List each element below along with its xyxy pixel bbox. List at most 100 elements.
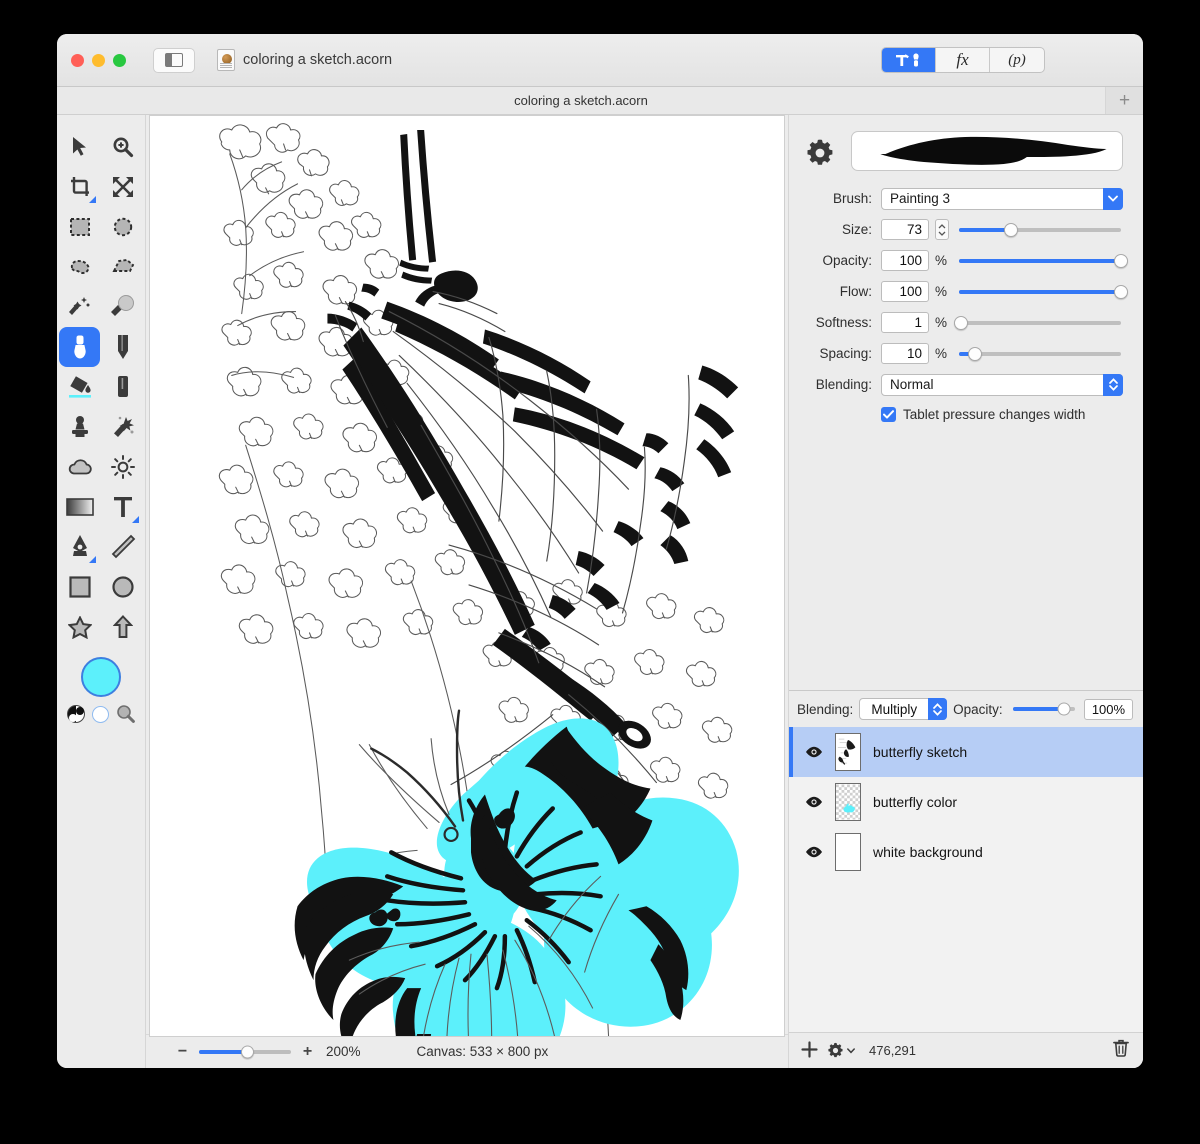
yin-yang-invert-icon[interactable] bbox=[66, 705, 85, 723]
opacity-unit: % bbox=[934, 253, 947, 268]
move-tool[interactable] bbox=[59, 127, 100, 167]
eraser-tool[interactable] bbox=[102, 367, 143, 407]
tablet-pressure-checkbox[interactable] bbox=[881, 407, 896, 422]
close-button[interactable] bbox=[71, 53, 84, 67]
opacity-slider-knob[interactable] bbox=[1114, 253, 1128, 268]
layer-row-butterfly-sketch[interactable]: butterfly sketch bbox=[789, 727, 1143, 777]
arrow-shape-tool[interactable] bbox=[102, 607, 143, 647]
clone-stamp-tool[interactable] bbox=[59, 407, 100, 447]
pen-nib-icon bbox=[72, 535, 87, 556]
tool-options-corner[interactable] bbox=[89, 196, 96, 203]
layer-visibility-toggle[interactable] bbox=[805, 796, 823, 808]
text-tool[interactable] bbox=[102, 487, 143, 527]
ellipse-shape-tool[interactable] bbox=[102, 567, 143, 607]
crop-tool[interactable] bbox=[59, 167, 100, 207]
zoom-slider-knob[interactable] bbox=[241, 1045, 255, 1058]
foreground-color-swatch[interactable] bbox=[81, 657, 121, 697]
size-slider[interactable] bbox=[959, 222, 1121, 237]
dodge-tool[interactable] bbox=[102, 447, 143, 487]
layer-thumbnail-white bbox=[835, 833, 861, 871]
tool-options-corner[interactable] bbox=[132, 516, 139, 523]
layer-visibility-toggle[interactable] bbox=[805, 746, 823, 758]
add-layer-button[interactable] bbox=[801, 1040, 818, 1061]
document-canvas[interactable] bbox=[149, 115, 785, 1037]
magnifier-picker-icon[interactable] bbox=[116, 704, 136, 724]
tab-filters[interactable]: fx bbox=[936, 48, 990, 72]
flow-slider[interactable] bbox=[959, 284, 1128, 299]
softness-slider-knob[interactable] bbox=[953, 315, 968, 330]
sidebar-toggle-button[interactable] bbox=[153, 47, 195, 73]
size-input[interactable]: 73 bbox=[881, 219, 929, 240]
brush-tool[interactable] bbox=[59, 327, 100, 367]
background-color-swatch[interactable] bbox=[91, 705, 109, 723]
layer-opacity-value[interactable]: 100% bbox=[1083, 698, 1134, 720]
spacing-slider-knob[interactable] bbox=[968, 346, 983, 361]
zoom-in-button[interactable]: + bbox=[301, 1043, 314, 1060]
layer-row-white-background[interactable]: white background bbox=[789, 827, 1143, 877]
tool-options-corner[interactable] bbox=[89, 556, 96, 563]
layer-list: butterfly sketch butterfly color white b… bbox=[789, 727, 1143, 1032]
magic-wand-tool[interactable] bbox=[59, 287, 100, 327]
layer-opacity-knob[interactable] bbox=[1057, 702, 1071, 716]
layer-blending-dropdown[interactable]: Multiply bbox=[859, 698, 948, 720]
brush-preset-dropdown[interactable]: Painting 3 bbox=[881, 187, 1123, 210]
chevron-updown-icon[interactable] bbox=[1103, 373, 1123, 396]
opacity-slider[interactable] bbox=[959, 253, 1128, 268]
tab-presets[interactable]: (p) bbox=[990, 48, 1044, 72]
flow-slider-knob[interactable] bbox=[1114, 284, 1128, 299]
opacity-input[interactable]: 100 bbox=[881, 250, 929, 271]
rectangular-selection-tool[interactable] bbox=[59, 207, 100, 247]
elliptical-selection-tool[interactable] bbox=[102, 207, 143, 247]
brush-form: Brush: Painting 3 Size: 73 Opacity: 100 … bbox=[789, 177, 1143, 400]
transform-tool[interactable] bbox=[102, 167, 143, 207]
layer-row-butterfly-color[interactable]: butterfly color bbox=[789, 777, 1143, 827]
spacing-input[interactable]: 10 bbox=[881, 343, 929, 364]
star-shape-tool[interactable] bbox=[59, 607, 100, 647]
document-tab[interactable]: coloring a sketch.acorn bbox=[57, 87, 1105, 114]
eye-icon bbox=[806, 846, 822, 858]
zoom-slider[interactable] bbox=[199, 1045, 291, 1058]
polygon-lasso-tool[interactable] bbox=[102, 247, 143, 287]
tab-tools[interactable] bbox=[882, 48, 936, 72]
blending-mode-dropdown[interactable]: Normal bbox=[881, 373, 1123, 396]
size-stepper[interactable] bbox=[935, 219, 949, 240]
smudge-tool[interactable] bbox=[102, 407, 143, 447]
size-row: Size: 73 bbox=[803, 214, 1123, 245]
zoom-out-button[interactable]: − bbox=[176, 1043, 189, 1060]
brush-settings-button[interactable] bbox=[803, 136, 837, 170]
zoom-button[interactable] bbox=[113, 53, 126, 67]
blur-tool[interactable] bbox=[59, 447, 100, 487]
bezier-pen-tool[interactable] bbox=[59, 527, 100, 567]
star-icon bbox=[67, 615, 92, 639]
chevron-down-icon[interactable] bbox=[1103, 187, 1123, 210]
spacing-slider[interactable] bbox=[959, 346, 1121, 361]
brush-row: Brush: Painting 3 bbox=[803, 183, 1123, 214]
layer-actions-button[interactable] bbox=[827, 1042, 855, 1059]
document-identity[interactable]: coloring a sketch.acorn bbox=[217, 49, 392, 71]
paint-bucket-tool[interactable] bbox=[59, 367, 100, 407]
rectangle-shape-tool[interactable] bbox=[59, 567, 100, 607]
line-tool[interactable] bbox=[102, 527, 143, 567]
acorn-window: coloring a sketch.acorn fx (p) coloring … bbox=[57, 34, 1143, 1068]
gradient-tool[interactable] bbox=[59, 487, 100, 527]
minimize-button[interactable] bbox=[92, 53, 105, 67]
layer-visibility-toggle[interactable] bbox=[805, 846, 823, 858]
zoom-tool[interactable] bbox=[102, 127, 143, 167]
size-slider-knob[interactable] bbox=[1003, 222, 1018, 237]
instant-alpha-tool[interactable] bbox=[102, 287, 143, 327]
layer-opacity-slider[interactable] bbox=[1012, 702, 1075, 716]
chevron-down-icon bbox=[847, 1047, 855, 1053]
add-tab-button[interactable]: + bbox=[1105, 87, 1143, 114]
canvas-scroll-view[interactable] bbox=[146, 115, 788, 1037]
softness-input[interactable]: 1 bbox=[881, 312, 929, 333]
flow-input[interactable]: 100 bbox=[881, 281, 929, 302]
lasso-tool[interactable] bbox=[59, 247, 100, 287]
pencil-tool[interactable] bbox=[102, 327, 143, 367]
gear-dropdown-icon bbox=[828, 1042, 843, 1058]
fx-icon: fx bbox=[956, 50, 969, 69]
chevron-updown-icon[interactable] bbox=[928, 698, 948, 720]
layer-name: butterfly sketch bbox=[873, 744, 968, 760]
delete-layer-button[interactable] bbox=[1113, 1039, 1129, 1062]
softness-unit: % bbox=[934, 315, 947, 330]
softness-slider[interactable] bbox=[953, 315, 1121, 330]
